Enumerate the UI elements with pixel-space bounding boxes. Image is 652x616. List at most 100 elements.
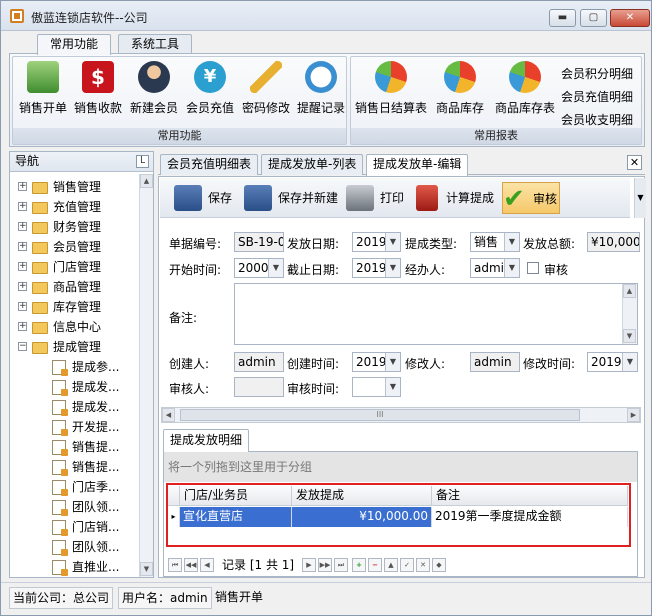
scroll-down-icon[interactable]: ▼ bbox=[623, 329, 636, 343]
refresh-icon[interactable]: ◆ bbox=[432, 558, 446, 572]
expand-icon[interactable]: + bbox=[18, 242, 27, 251]
scroll-up-icon[interactable]: ▲ bbox=[140, 174, 153, 188]
note-scrollbar[interactable]: ▲ ▼ bbox=[622, 284, 637, 344]
scroll-left-icon[interactable]: ◀ bbox=[162, 408, 175, 422]
save-new-button[interactable]: 保存并新建 bbox=[244, 182, 340, 214]
tab-commission-list[interactable]: 提成发放单-列表 bbox=[261, 154, 364, 175]
member-points-detail-button[interactable]: 会员积分明细 bbox=[561, 65, 633, 82]
last-record-icon[interactable]: ⏭ bbox=[334, 558, 348, 572]
product-stock-button[interactable]: 商品库存 bbox=[431, 61, 489, 116]
folder-icon bbox=[32, 222, 48, 234]
expand-icon[interactable]: + bbox=[18, 262, 27, 271]
post-record-icon[interactable]: ✓ bbox=[400, 558, 414, 572]
chevron-down-icon[interactable]: ▼ bbox=[385, 378, 400, 396]
expand-icon[interactable]: + bbox=[18, 202, 27, 211]
chevron-down-icon[interactable]: ▼ bbox=[385, 259, 400, 277]
ribbon-group-common-label: 常用功能 bbox=[13, 128, 346, 144]
calculate-commission-button[interactable]: 计算提成 bbox=[416, 182, 500, 214]
cancel-record-icon[interactable]: ✕ bbox=[416, 558, 430, 572]
maximize-button[interactable]: ▢ bbox=[580, 9, 607, 27]
print-button[interactable]: 打印 bbox=[346, 182, 408, 214]
auditor-field[interactable] bbox=[234, 377, 284, 397]
chevron-down-icon[interactable]: ▼ bbox=[504, 259, 519, 277]
form-hscrollbar[interactable]: ◀ III ▶ bbox=[161, 407, 641, 423]
column-header-note[interactable]: 备注 bbox=[432, 486, 628, 506]
note-textarea[interactable]: ▲ ▼ bbox=[234, 283, 638, 345]
prev-record-icon[interactable]: ◀ bbox=[200, 558, 214, 572]
scroll-up-icon[interactable]: ▲ bbox=[623, 284, 636, 298]
sales-receipt-button[interactable]: $ 销售收款 bbox=[71, 61, 125, 116]
group-by-panel[interactable]: 将一个列拖到这里用于分组 bbox=[164, 452, 637, 482]
scroll-right-icon[interactable]: ▶ bbox=[627, 408, 640, 422]
audit-time-field[interactable]: ▼ bbox=[352, 377, 401, 397]
modify-time-field[interactable]: 2019 ▼ bbox=[587, 352, 638, 372]
nav-subitem-label: 门店销... bbox=[72, 520, 120, 534]
chevron-down-icon[interactable]: ▼ bbox=[385, 233, 400, 251]
chevron-down-icon[interactable]: ▼ bbox=[504, 233, 519, 251]
expand-icon[interactable]: + bbox=[18, 222, 27, 231]
close-tab-icon[interactable]: ✕ bbox=[627, 155, 642, 170]
issue-date-field[interactable]: 2019 ▼ bbox=[352, 232, 401, 252]
audit-checkbox[interactable] bbox=[527, 262, 539, 274]
minimize-button[interactable]: ▬ bbox=[549, 9, 576, 27]
column-header-store[interactable]: 门店/业务员 bbox=[180, 486, 292, 506]
expand-icon[interactable]: + bbox=[18, 322, 27, 331]
end-label: 截止日期: bbox=[287, 263, 340, 277]
next-page-icon[interactable]: ▶▶ bbox=[318, 558, 332, 572]
save-button[interactable]: 保存 bbox=[174, 182, 236, 214]
expand-icon[interactable]: + bbox=[18, 282, 27, 291]
expand-icon[interactable]: + bbox=[18, 302, 27, 311]
stock-report-button[interactable]: 商品库存表 bbox=[491, 61, 559, 116]
change-password-button[interactable]: 密码修改 bbox=[239, 61, 293, 116]
tab-recharge-detail[interactable]: 会员充值明细表 bbox=[160, 154, 259, 175]
total-field[interactable]: ¥10,000 bbox=[587, 232, 640, 252]
delete-record-icon[interactable]: − bbox=[368, 558, 382, 572]
tab-common[interactable]: 常用功能 bbox=[37, 34, 112, 55]
tab-commission-edit[interactable]: 提成发放单-编辑 bbox=[366, 154, 469, 176]
scroll-down-icon[interactable]: ▼ bbox=[140, 562, 153, 576]
start-date-field[interactable]: 2000 ▼ bbox=[234, 258, 284, 278]
sales-order-button[interactable]: 销售开单 bbox=[17, 61, 69, 116]
floppy-icon bbox=[174, 185, 202, 211]
add-record-icon[interactable]: + bbox=[352, 558, 366, 572]
end-date-field[interactable]: 2019 ▼ bbox=[352, 258, 401, 278]
prev-page-icon[interactable]: ◀◀ bbox=[184, 558, 198, 572]
reminder-log-button[interactable]: 提醒记录 bbox=[295, 61, 347, 116]
edit-record-icon[interactable]: ▲ bbox=[384, 558, 398, 572]
handler-select[interactable]: admi ▼ bbox=[470, 258, 520, 278]
nav-item-label: 商品管理 bbox=[53, 280, 102, 294]
create-time-field[interactable]: 2019 ▼ bbox=[352, 352, 401, 372]
creator-field[interactable]: admin bbox=[234, 352, 284, 372]
chevron-down-icon[interactable]: ▼ bbox=[385, 353, 400, 371]
audit-label: 审核 bbox=[533, 192, 558, 206]
folder-open-icon bbox=[32, 342, 48, 354]
chevron-down-icon[interactable]: ▼ bbox=[268, 259, 283, 277]
member-recharge-button[interactable]: ¥ 会员充值 bbox=[183, 61, 237, 116]
first-record-icon[interactable]: ⏮ bbox=[168, 558, 182, 572]
chevron-down-icon[interactable]: ▼ bbox=[622, 353, 637, 371]
toolbar-overflow-icon[interactable]: ▼ bbox=[634, 178, 646, 218]
daily-settlement-button[interactable]: 销售日结算表 bbox=[353, 61, 429, 116]
scroll-thumb[interactable]: III bbox=[180, 409, 580, 421]
expand-icon[interactable]: + bbox=[18, 182, 27, 191]
tab-commission-detail[interactable]: 提成发放明细 bbox=[163, 429, 250, 452]
new-member-button[interactable]: 新建会员 bbox=[127, 61, 181, 116]
collapse-icon[interactable]: − bbox=[18, 342, 27, 351]
doc-no-field[interactable]: SB-19-0 bbox=[234, 232, 284, 252]
tab-system-tools[interactable]: 系统工具 bbox=[118, 34, 193, 54]
nav-subitem-label: 销售提... bbox=[72, 440, 120, 454]
cell-store[interactable]: 宣化直营店 bbox=[180, 507, 292, 527]
modifier-field[interactable]: admin bbox=[470, 352, 520, 372]
close-window-button[interactable]: ✕ bbox=[610, 9, 650, 27]
cell-amount[interactable]: ¥10,000.00 bbox=[292, 507, 432, 527]
nav-panel: 导航 ㇄ + 销售管理 + 充值管理 + 财务管理 + 会员管理 + 门店管理 + 商品管理… bbox=[9, 151, 154, 578]
cell-note[interactable]: 2019第一季度提成金额 bbox=[432, 507, 628, 527]
member-recharge-detail-button[interactable]: 会员充值明细 bbox=[561, 88, 633, 105]
audit-button[interactable]: ✔ 审核 bbox=[502, 182, 560, 214]
pin-icon[interactable]: ㇄ bbox=[136, 155, 149, 168]
nav-scrollbar[interactable]: ▲ ▼ bbox=[139, 174, 153, 577]
column-header-amount[interactable]: 发放提成 bbox=[292, 486, 432, 506]
member-income-detail-button[interactable]: 会员收支明细 bbox=[561, 111, 633, 128]
type-select[interactable]: 销售 ▼ bbox=[470, 232, 520, 252]
next-record-icon[interactable]: ▶ bbox=[302, 558, 316, 572]
